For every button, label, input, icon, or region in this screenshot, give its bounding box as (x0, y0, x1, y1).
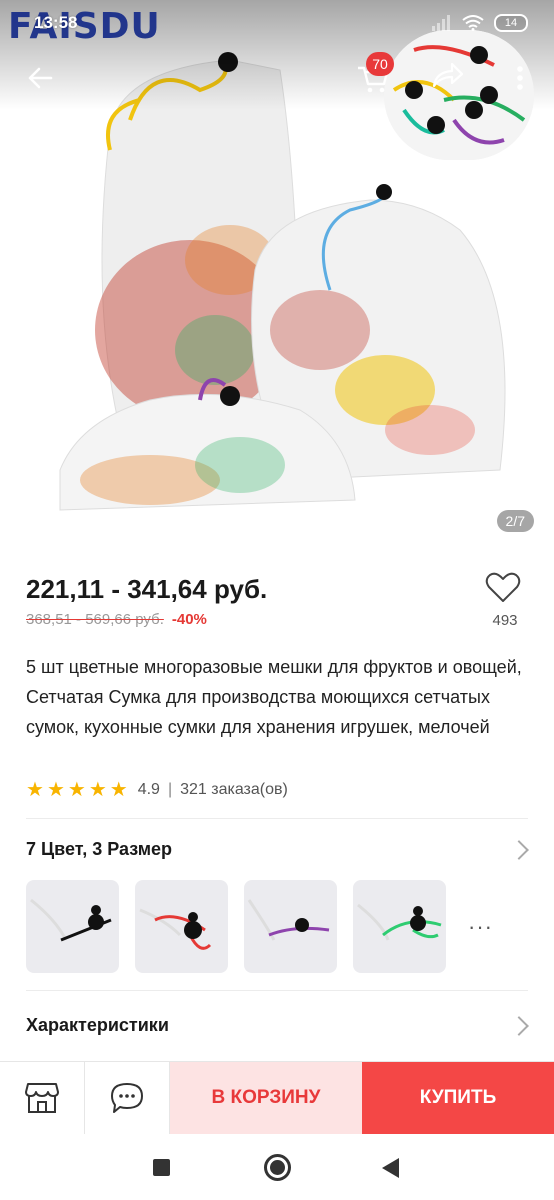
variant-selector-title[interactable]: 7 Цвет, 3 Размер (26, 839, 172, 860)
share-button[interactable] (430, 60, 466, 96)
wifi-icon (462, 15, 484, 31)
back-button[interactable] (22, 60, 58, 96)
product-gallery[interactable]: FAISDU 13:58 14 70 2/7 (0, 0, 554, 545)
watermark-logo: FAISDU (8, 6, 161, 47)
product-title: 5 шт цветные многоразовые мешки для фрук… (26, 657, 522, 737)
rating-row[interactable]: ★ ★ ★ ★ ★ 4.9 | 321 заказа(ов) (26, 780, 288, 800)
buy-now-button[interactable]: КУПИТЬ (362, 1062, 554, 1134)
arrow-left-icon (28, 67, 53, 89)
battery-indicator: 14 (494, 14, 528, 32)
orders-count: 321 заказа(ов) (180, 781, 288, 798)
discount-badge: -40% (171, 611, 207, 628)
chevron-right-icon[interactable] (509, 840, 529, 860)
store-icon (25, 1083, 59, 1113)
chat-icon (111, 1083, 143, 1113)
variant-image (30, 898, 112, 942)
old-price-row: 368,51 - 569,66 руб. -40% (26, 611, 207, 628)
rating-value: 4.9 (137, 781, 160, 798)
star-icon: ★ (67, 779, 86, 801)
chat-button[interactable] (85, 1062, 170, 1134)
star-icon: ★ (109, 779, 128, 801)
rating-stars: ★ ★ ★ ★ ★ (26, 780, 128, 800)
product-price: 221,11 - 341,64 руб. (26, 574, 268, 604)
cart-badge: 70 (366, 52, 394, 76)
divider (26, 818, 528, 819)
more-variants-indicator[interactable]: ··· (468, 914, 493, 940)
variant-swatch-black[interactable] (26, 880, 119, 973)
share-icon (432, 62, 464, 88)
signal-icon (432, 15, 450, 31)
back-triangle-icon[interactable] (382, 1158, 399, 1178)
favorites-count: 493 (492, 612, 518, 629)
status-bar: FAISDU 13:58 14 (0, 0, 554, 48)
separator: | (167, 781, 173, 798)
variant-image (357, 903, 442, 941)
variant-swatch-green[interactable] (353, 880, 446, 973)
variant-swatches: ··· (26, 880, 493, 973)
divider (26, 990, 528, 991)
more-vertical-icon (517, 66, 523, 90)
variant-image (139, 908, 212, 950)
heart-icon (485, 572, 521, 602)
system-navigation-bar (0, 1134, 554, 1200)
old-price: 368,51 - 569,66 руб. (26, 611, 164, 628)
variant-swatch-purple[interactable] (244, 880, 337, 973)
bottom-action-bar: В КОРЗИНУ КУПИТЬ (0, 1061, 554, 1134)
variant-swatch-red[interactable] (135, 880, 228, 973)
star-icon: ★ (26, 779, 44, 801)
gallery-page-counter: 2/7 (496, 510, 534, 532)
star-icon: ★ (88, 779, 107, 801)
specifications-title[interactable]: Характеристики (26, 1015, 169, 1036)
store-button[interactable] (0, 1062, 85, 1134)
status-icons: 14 (432, 14, 528, 32)
favorite-button[interactable] (485, 572, 525, 608)
add-to-cart-button[interactable]: В КОРЗИНУ (170, 1062, 362, 1134)
more-options-button[interactable] (508, 60, 532, 96)
recent-apps-icon[interactable] (153, 1159, 170, 1176)
variant-image (247, 899, 330, 941)
star-icon: ★ (46, 779, 65, 801)
home-icon[interactable] (264, 1154, 291, 1181)
chevron-right-icon[interactable] (509, 1016, 529, 1036)
status-time: 13:58 (34, 13, 78, 32)
